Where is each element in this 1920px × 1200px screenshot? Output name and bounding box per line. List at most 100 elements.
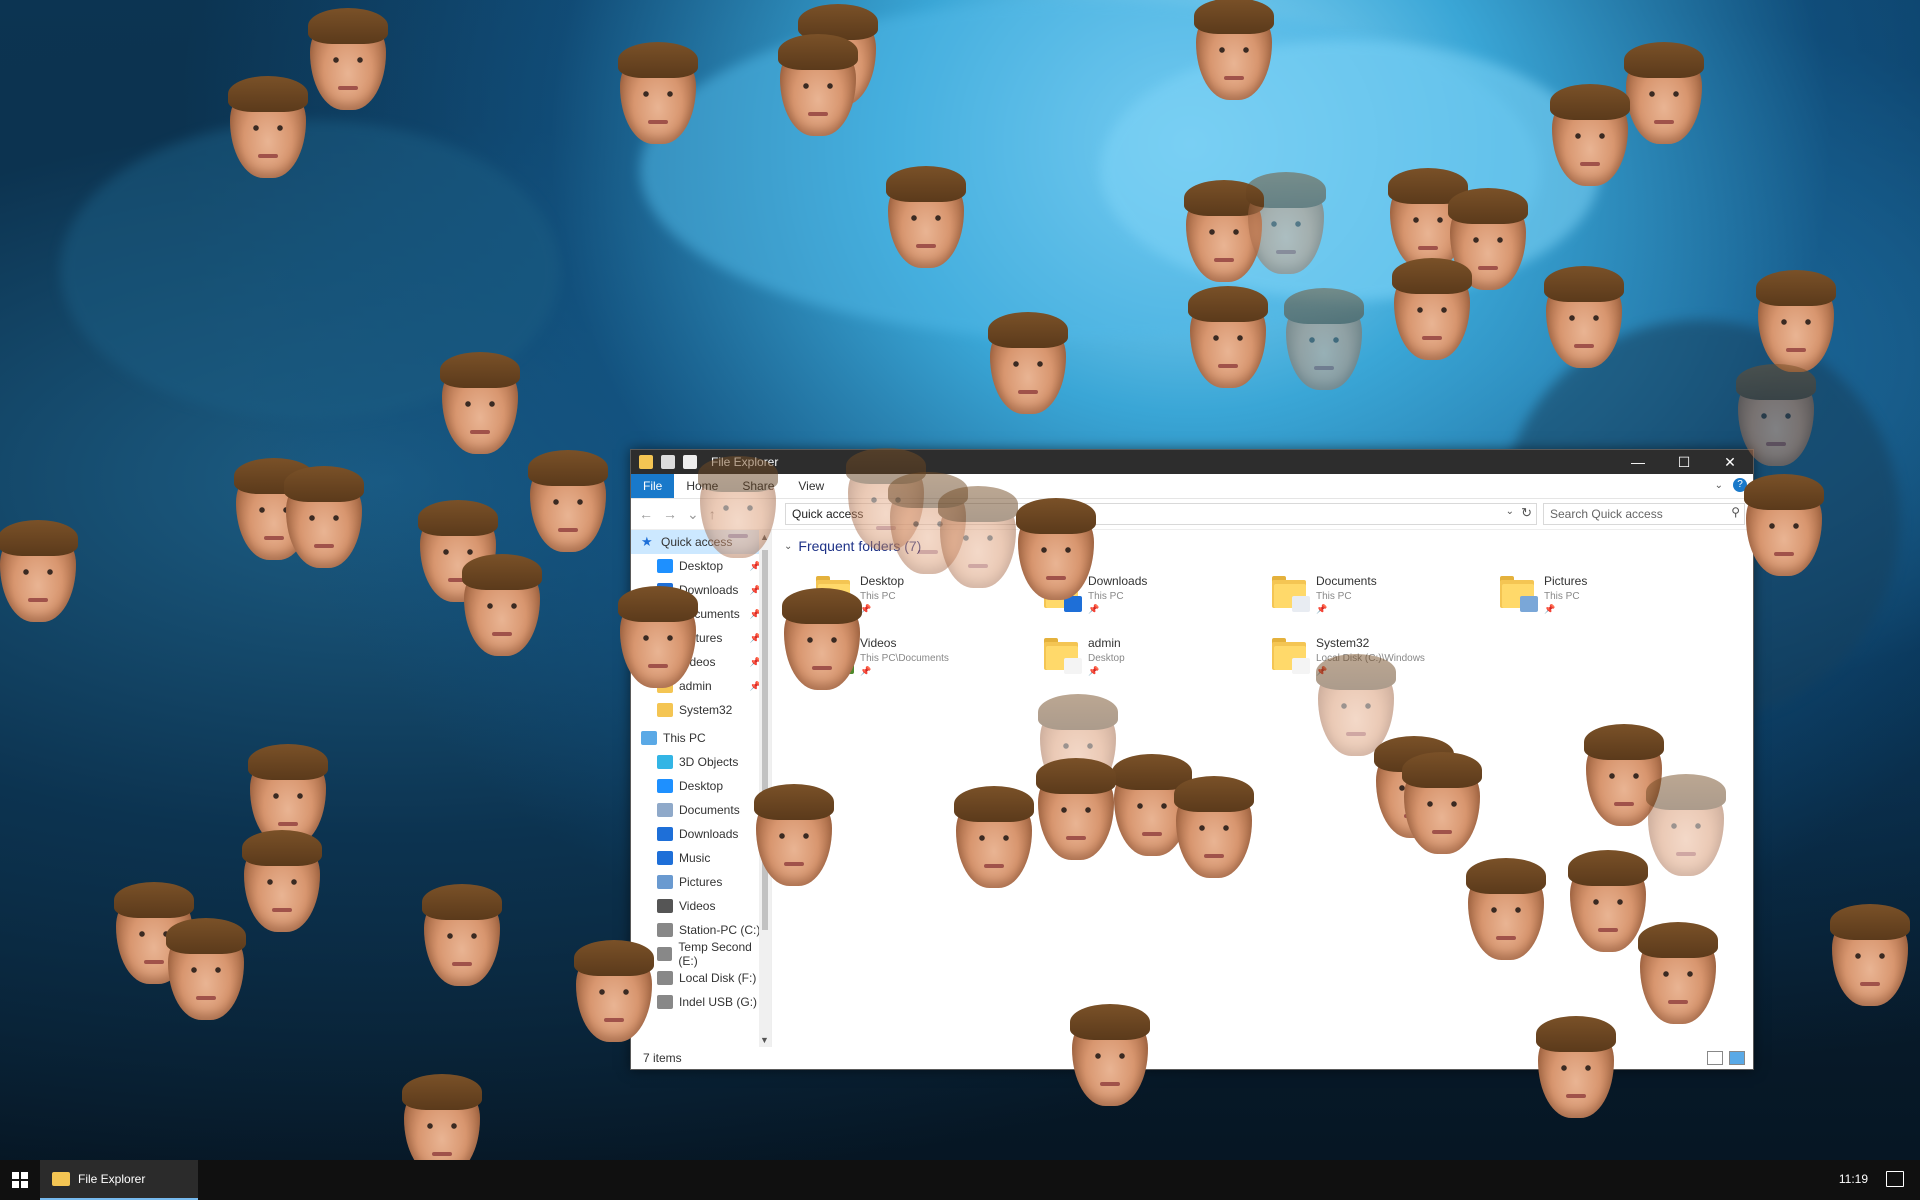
floating-face-image xyxy=(988,312,1068,414)
tab-file[interactable]: File xyxy=(631,474,675,498)
floating-face-image xyxy=(422,884,502,986)
floating-face-image xyxy=(1830,904,1910,1006)
nav-item-local-disk-f-[interactable]: Local Disk (F:) xyxy=(631,966,771,990)
nav-label: Station-PC (C:) xyxy=(679,923,761,937)
floating-face-image xyxy=(1188,286,1268,388)
chevron-down-icon[interactable]: ⌄ xyxy=(784,541,792,552)
folder-icon[interactable] xyxy=(639,455,653,469)
nav-label: 3D Objects xyxy=(679,755,739,769)
floating-face-image xyxy=(440,352,520,454)
folder-tile[interactable]: Pictures This PC 📌 xyxy=(1500,574,1728,614)
nav-item-this-pc[interactable]: This PC xyxy=(631,726,771,750)
minimize-button[interactable]: — xyxy=(1615,450,1661,474)
nav-label: Temp Second (E:) xyxy=(678,940,752,968)
taskbar-app-file-explorer[interactable]: File Explorer xyxy=(40,1160,198,1200)
close-button[interactable]: ✕ xyxy=(1707,450,1753,474)
large-icons-view-icon[interactable] xyxy=(1729,1051,1745,1065)
nav-item-music[interactable]: Music xyxy=(631,846,771,870)
floating-face-image xyxy=(1544,266,1624,368)
address-dropdown-icon[interactable]: ⌄ xyxy=(1506,506,1514,517)
title-bar[interactable]: File Explorer — ☐ ✕ xyxy=(631,450,1753,474)
floating-face-image xyxy=(1392,258,1472,360)
nav-label: Videos xyxy=(679,899,716,913)
nav-label: Music xyxy=(679,851,711,865)
nav-item-indel-usb-g-[interactable]: Indel USB (G:) xyxy=(631,990,771,1014)
floating-face-image xyxy=(754,784,834,886)
drive-icon xyxy=(657,971,673,985)
folder-location: This PC xyxy=(1544,591,1580,602)
nav-item-station-pc-c-[interactable]: Station-PC (C:) xyxy=(631,918,771,942)
clock[interactable]: 11:19 xyxy=(1839,1172,1868,1186)
floating-face-image xyxy=(1756,270,1836,372)
start-button[interactable] xyxy=(0,1160,40,1200)
floating-face-image xyxy=(782,588,862,690)
star-icon: ★ xyxy=(641,534,653,549)
nav-item-documents[interactable]: Documents xyxy=(631,798,771,822)
pin-icon[interactable]: 📌 xyxy=(1088,666,1099,677)
nav-item-system32[interactable]: System32 xyxy=(631,698,771,722)
new-folder-icon[interactable] xyxy=(683,455,697,469)
floating-face-image xyxy=(1744,474,1824,576)
scrollbar-thumb[interactable] xyxy=(762,550,768,930)
nav-item-downloads[interactable]: Downloads xyxy=(631,822,771,846)
nav-label: Pictures xyxy=(679,875,723,889)
pin-icon[interactable]: 📌 xyxy=(1088,604,1099,615)
details-view-icon[interactable] xyxy=(1707,1051,1723,1065)
search-placeholder: Search Quick access xyxy=(1550,507,1663,521)
floating-face-image xyxy=(166,918,246,1020)
ribbon-tabs: File Home Share View ⌄ ? xyxy=(631,474,1753,499)
pin-icon[interactable]: 📌 xyxy=(1316,604,1327,615)
floating-face-image xyxy=(1466,858,1546,960)
search-input[interactable]: Search Quick access ⚲ xyxy=(1543,503,1745,525)
folder-icon xyxy=(1272,574,1310,612)
nav-item-desktop[interactable]: Desktop 📌 xyxy=(631,554,771,578)
nav-item-pictures[interactable]: Pictures xyxy=(631,870,771,894)
action-center-icon[interactable] xyxy=(1886,1171,1904,1187)
maximize-button[interactable]: ☐ xyxy=(1661,450,1707,474)
nav-label: Downloads xyxy=(679,827,739,841)
nav-item-videos[interactable]: Videos xyxy=(631,894,771,918)
folder-icon xyxy=(1044,636,1082,674)
floating-face-image xyxy=(954,786,1034,888)
item-count: 7 items xyxy=(643,1051,682,1065)
nav-item-desktop[interactable]: Desktop xyxy=(631,774,771,798)
floating-face-image xyxy=(618,42,698,144)
nav-label: This PC xyxy=(663,731,706,745)
floating-face-image xyxy=(284,466,364,568)
floating-face-image xyxy=(886,166,966,268)
floating-face-image xyxy=(228,76,308,178)
back-arrow-icon[interactable]: ← xyxy=(639,506,653,523)
nav-label: admin xyxy=(679,679,712,693)
floating-face-image xyxy=(1016,498,1096,600)
drive-icon xyxy=(657,947,673,961)
forward-arrow-icon[interactable]: → xyxy=(663,506,677,523)
drive-icon xyxy=(657,923,673,937)
floating-face-image xyxy=(528,450,608,552)
folder-location: Desktop xyxy=(1088,653,1125,664)
address-row: ← → ⌄ ↑ Quick access ⌄ ↻ Search Quick ac… xyxy=(631,499,1753,530)
folder-location: This PC\Documents xyxy=(860,653,949,664)
windows-logo-icon xyxy=(12,1172,28,1188)
floating-face-image xyxy=(618,586,698,688)
refresh-icon[interactable]: ↻ xyxy=(1521,505,1532,521)
folder-location: This PC xyxy=(860,591,896,602)
floating-face-image xyxy=(574,940,654,1042)
chevron-down-icon[interactable]: ⌄ xyxy=(687,506,699,523)
nav-label: Desktop xyxy=(679,559,724,573)
cube-icon xyxy=(657,755,673,769)
floating-face-image xyxy=(1568,850,1648,952)
scroll-down-icon[interactable]: ▼ xyxy=(760,1035,769,1045)
pin-icon[interactable]: 📌 xyxy=(1544,604,1555,615)
folder-tile[interactable]: admin Desktop 📌 xyxy=(1044,636,1272,676)
folder-icon xyxy=(1272,636,1310,674)
expand-ribbon-chevron-icon[interactable]: ⌄ xyxy=(1715,480,1723,491)
folder-name: Desktop xyxy=(860,574,905,588)
search-icon[interactable]: ⚲ xyxy=(1731,505,1740,519)
tab-view[interactable]: View xyxy=(786,474,836,498)
nav-item-3d-objects[interactable]: 3D Objects xyxy=(631,750,771,774)
folder-grid: Desktop This PC 📌 Downloads This PC 📌 Document… xyxy=(816,574,1756,676)
pin-icon[interactable]: 📌 xyxy=(860,666,871,677)
folder-tile[interactable]: Documents This PC 📌 xyxy=(1272,574,1500,614)
folder-name: admin xyxy=(1088,636,1121,650)
properties-icon[interactable] xyxy=(661,455,675,469)
